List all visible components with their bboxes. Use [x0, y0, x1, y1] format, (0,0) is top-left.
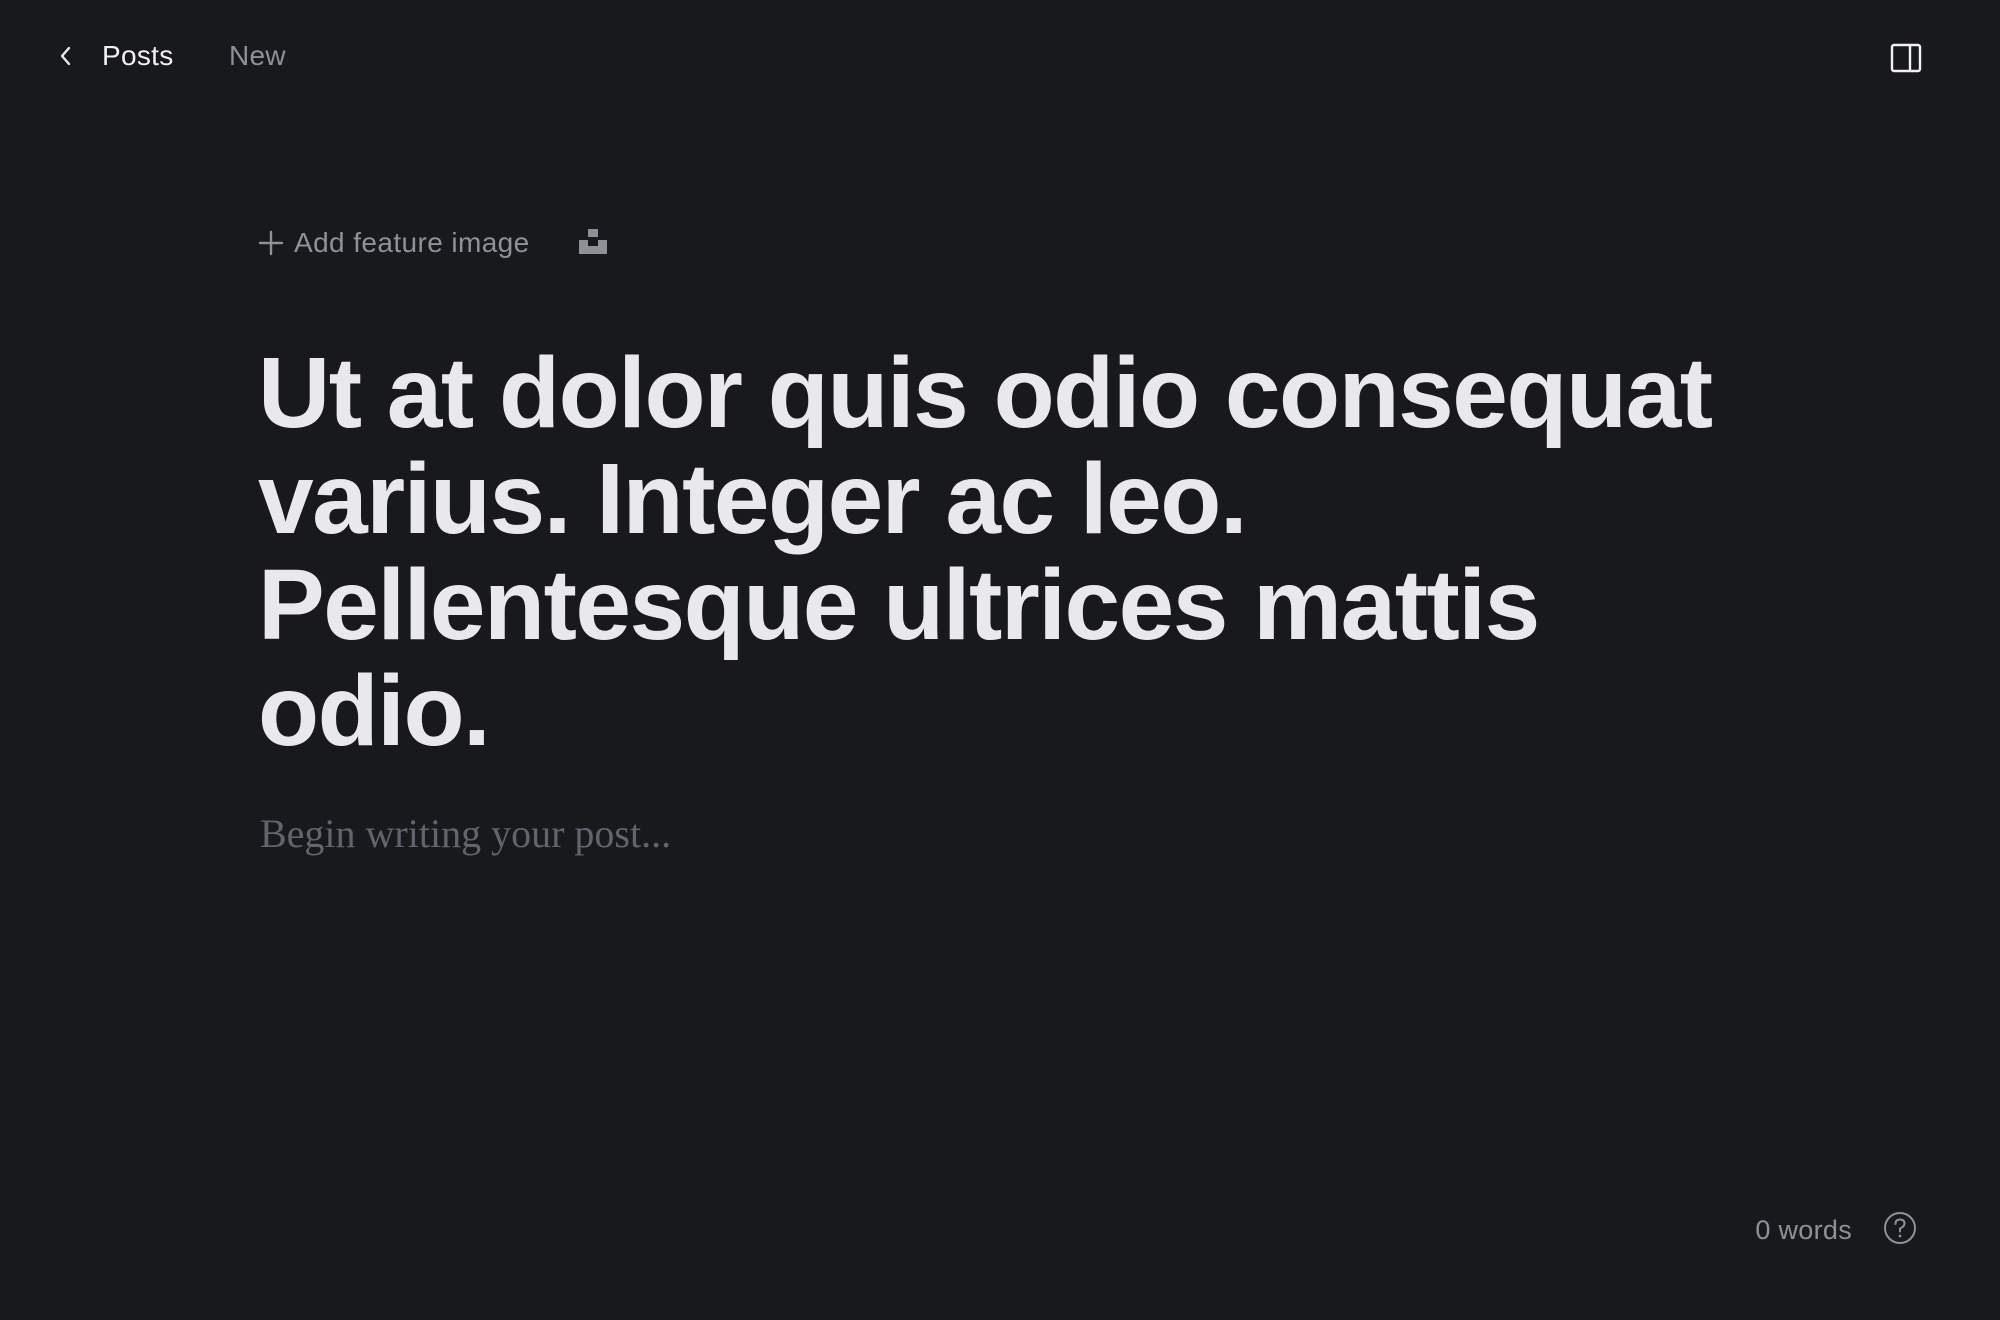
- plus-icon: [256, 228, 286, 258]
- word-count: 0 words: [1755, 1214, 1852, 1245]
- back-to-posts-link[interactable]: Posts: [52, 34, 174, 78]
- editor-topbar: Posts New: [0, 0, 2000, 112]
- chevron-left-icon: [52, 42, 80, 70]
- unsplash-icon: [578, 227, 608, 260]
- post-body-editor[interactable]: Begin writing your post...: [260, 806, 1740, 862]
- back-link-label: Posts: [102, 40, 174, 71]
- sidebar-toggle-button[interactable]: [1888, 42, 1924, 78]
- post-status: New: [229, 40, 286, 71]
- post-title[interactable]: Ut at dolor quis odio consequat varius. …: [258, 340, 1748, 764]
- post-editor: Posts New Add feature image Ut at dolor …: [0, 0, 2000, 1320]
- add-feature-image-label: Add feature image: [294, 227, 530, 258]
- post-body-placeholder: Begin writing your post...: [260, 811, 672, 856]
- question-circle-icon: [1883, 1211, 1917, 1250]
- help-button[interactable]: [1882, 1211, 1918, 1250]
- unsplash-button[interactable]: [576, 226, 610, 260]
- add-feature-image-button[interactable]: Add feature image: [256, 227, 530, 259]
- editor-footer: 0 words: [1755, 1211, 1918, 1250]
- feature-image-row: Add feature image: [256, 218, 610, 268]
- sidebar-panel-icon: [1890, 43, 1922, 78]
